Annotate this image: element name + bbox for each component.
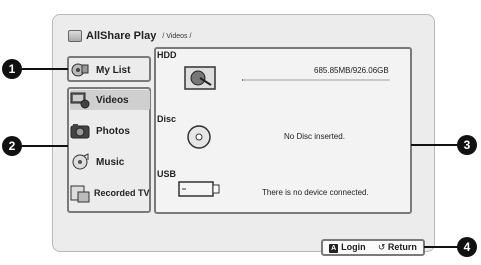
hdd-label: HDD bbox=[157, 50, 177, 60]
photos-icon bbox=[70, 122, 90, 140]
breadcrumb: / Videos / bbox=[162, 32, 192, 40]
usb-icon[interactable] bbox=[178, 181, 220, 202]
return-icon: ↺ bbox=[377, 242, 386, 252]
return-button[interactable]: ↺ Return bbox=[378, 242, 417, 253]
a-key-icon: A bbox=[329, 244, 339, 253]
callout-3-line bbox=[411, 144, 458, 146]
videos-icon bbox=[70, 91, 90, 109]
callout-2-line bbox=[22, 145, 68, 147]
sidebar-item-label: Photos bbox=[96, 125, 130, 137]
login-label: Login bbox=[341, 242, 366, 252]
return-label: Return bbox=[387, 242, 417, 252]
login-button[interactable]: A Login bbox=[329, 242, 366, 253]
sidebar-item-recorded-tv[interactable]: Recorded TV bbox=[70, 184, 150, 203]
bottom-key-bar: A Login ↺ Return bbox=[321, 239, 425, 256]
callout-4-line bbox=[424, 246, 458, 248]
mylist-icon bbox=[70, 61, 90, 79]
disc-label: Disc bbox=[157, 114, 177, 124]
allshare-app-icon bbox=[68, 30, 82, 42]
callout-2: 2 bbox=[2, 136, 22, 156]
recorded-tv-icon bbox=[70, 184, 90, 203]
usb-status: There is no device connected. bbox=[262, 188, 369, 197]
music-icon bbox=[70, 153, 90, 171]
sidebar-item-label: Music bbox=[96, 156, 125, 168]
callout-1: 1 bbox=[2, 59, 22, 79]
callout-1-line bbox=[22, 68, 68, 70]
disc-status: No Disc inserted. bbox=[284, 132, 345, 141]
sidebar-item-label: My List bbox=[96, 64, 131, 76]
app-title: AllShare Play bbox=[86, 30, 157, 42]
sidebar-item-videos[interactable]: Videos bbox=[70, 91, 129, 109]
sidebar-item-photos[interactable]: Photos bbox=[70, 122, 130, 140]
sidebar-item-label: Videos bbox=[96, 94, 129, 106]
hdd-usage-bar bbox=[242, 79, 390, 81]
callout-3: 3 bbox=[457, 135, 477, 155]
disc-icon[interactable] bbox=[186, 124, 212, 155]
sidebar-item-label: Recorded TV bbox=[94, 188, 150, 198]
callout-4: 4 bbox=[457, 237, 477, 257]
sidebar-item-mylist[interactable]: My List bbox=[70, 61, 130, 79]
app-header: AllShare Play / Videos / bbox=[68, 28, 191, 44]
hdd-icon[interactable] bbox=[184, 66, 216, 95]
hdd-usage-fill bbox=[242, 79, 244, 81]
usb-label: USB bbox=[157, 169, 177, 179]
hdd-usage: 685.85MB/926.06GB bbox=[314, 66, 389, 75]
sidebar-item-music[interactable]: Music bbox=[70, 153, 124, 171]
